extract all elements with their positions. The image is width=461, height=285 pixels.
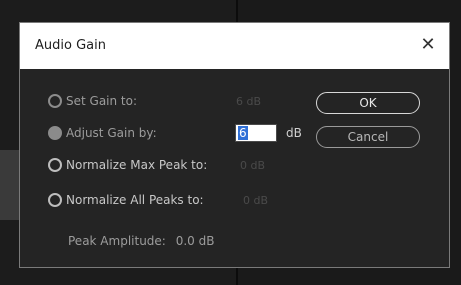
set-gain-value: 6 dB xyxy=(236,95,262,108)
radio-icon[interactable] xyxy=(48,94,62,108)
peak-amplitude-label: Peak Amplitude: xyxy=(68,234,166,248)
cancel-button[interactable]: Cancel xyxy=(316,126,420,148)
radio-normalize-all-peaks[interactable]: Normalize All Peaks to: xyxy=(48,191,204,209)
normalize-max-peak-value: 0 dB xyxy=(240,159,266,172)
background-strip-left xyxy=(0,150,19,220)
peak-amplitude: Peak Amplitude: 0.0 dB xyxy=(68,234,214,248)
dialog-title: Audio Gain xyxy=(35,38,106,53)
normalize-all-peaks-label: Normalize All Peaks to: xyxy=(66,193,204,207)
adjust-gain-label: Adjust Gain by: xyxy=(66,126,157,140)
radio-selected-icon[interactable] xyxy=(48,126,62,140)
adjust-gain-input-value: 6 xyxy=(238,126,248,140)
audio-gain-dialog: Audio Gain ✕ Set Gain to: 6 dB Adjust Ga… xyxy=(19,22,450,268)
radio-icon[interactable] xyxy=(48,193,62,207)
adjust-gain-input[interactable]: 6 xyxy=(235,124,277,142)
close-button[interactable]: ✕ xyxy=(417,34,439,56)
radio-icon[interactable] xyxy=(48,158,62,172)
set-gain-label: Set Gain to: xyxy=(66,94,138,108)
radio-normalize-max-peak[interactable]: Normalize Max Peak to: xyxy=(48,156,207,174)
radio-adjust-gain[interactable]: Adjust Gain by: xyxy=(48,124,157,142)
dialog-titlebar: Audio Gain ✕ xyxy=(20,23,449,69)
normalize-all-peaks-value: 0 dB xyxy=(243,194,269,207)
normalize-max-peak-label: Normalize Max Peak to: xyxy=(66,158,208,172)
ok-button[interactable]: OK xyxy=(316,92,420,114)
peak-amplitude-value: 0.0 dB xyxy=(175,234,215,248)
adjust-gain-unit: dB xyxy=(286,126,302,140)
radio-set-gain[interactable]: Set Gain to: xyxy=(48,92,137,110)
